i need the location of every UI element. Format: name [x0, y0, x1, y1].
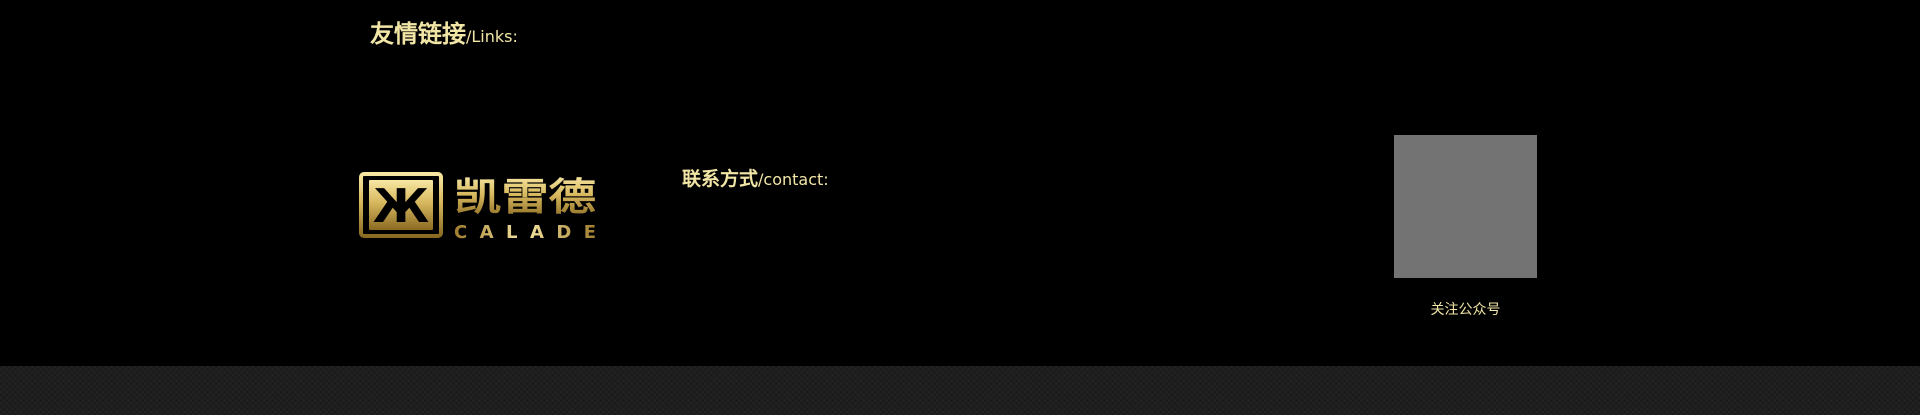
links-heading: 友情链接/Links:: [370, 14, 518, 49]
links-heading-en: /Links:: [466, 27, 518, 46]
qr-code-image: [1394, 135, 1537, 278]
qr-caption: 关注公众号: [1430, 302, 1501, 318]
contact-heading: 联系方式/contact:: [682, 164, 829, 191]
links-heading-zh: 友情链接: [370, 20, 466, 48]
logo-brand-en: CALADE: [454, 222, 596, 242]
logo-mark-glyph: Ж: [373, 179, 429, 233]
calade-logo[interactable]: Ж 凯雷德 CALADE: [359, 170, 599, 242]
logo-mark-icon: Ж: [359, 172, 443, 238]
logo-brand-zh: 凯雷德: [454, 175, 596, 219]
footer-main: 友情链接/Links: Ж 凯雷德 CALADE 联系方式/contact: 关…: [0, 0, 1920, 366]
contact-heading-en: /contact:: [758, 170, 829, 189]
contact-heading-zh: 联系方式: [682, 168, 759, 190]
footer-bottom-band: [0, 366, 1920, 415]
